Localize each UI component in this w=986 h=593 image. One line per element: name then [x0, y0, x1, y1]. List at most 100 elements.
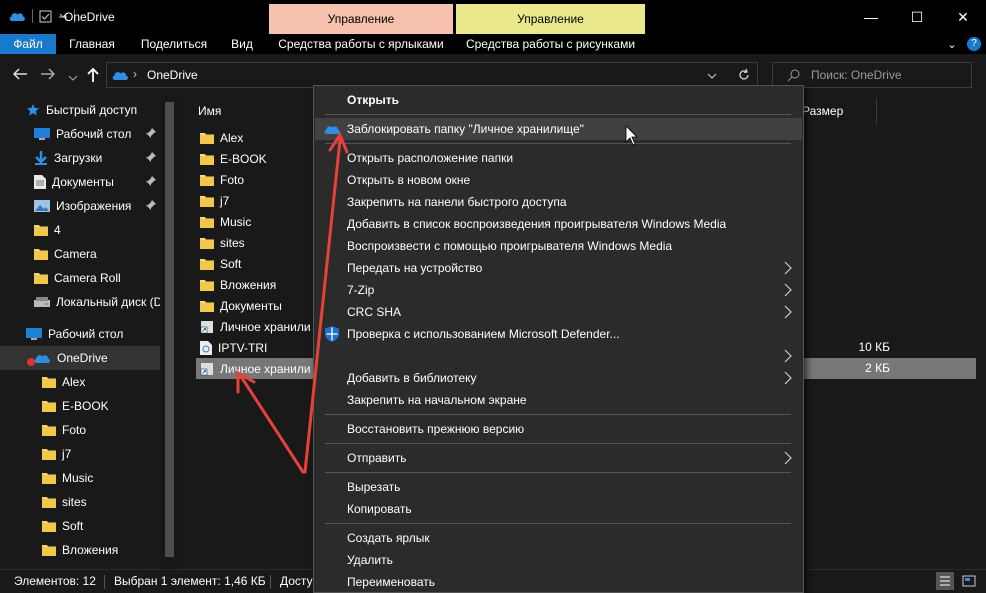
menu-item[interactable]: Открыть в новом окне	[315, 169, 802, 191]
sidebar-item-label: 4	[54, 223, 61, 237]
sidebar-item[interactable]: Документы	[0, 170, 160, 194]
menu-item-label: CRC SHA	[347, 305, 402, 319]
menu-item-label: Создать ярлык	[347, 531, 430, 545]
chevron-right-icon	[784, 261, 792, 275]
menu-separator	[325, 472, 791, 473]
folder-icon	[42, 545, 56, 556]
tab-picture-tools[interactable]: Средства работы с рисунками	[456, 34, 645, 54]
menu-item-label: Передать на устройство	[347, 261, 483, 275]
ribbon-tabs: Файл Главная Поделиться Вид Средства раб…	[0, 34, 986, 54]
menu-item[interactable]: Закрепить на панели быстрого доступа	[315, 191, 802, 213]
thumbnail-view-button[interactable]	[960, 572, 978, 590]
menu-item[interactable]: Добавить в библиотеку	[315, 367, 802, 389]
sidebar-item[interactable]: Music	[0, 466, 160, 490]
sidebar-item[interactable]: Camera Roll	[0, 266, 160, 290]
sidebar-item[interactable]: Загрузки	[0, 146, 160, 170]
file-name: Soft	[220, 256, 242, 271]
menu-item[interactable]: Проверка с использованием Microsoft Defe…	[315, 323, 802, 345]
menu-item-label: Отправить	[347, 451, 407, 465]
search-input[interactable]: Поиск: OneDrive	[811, 68, 902, 82]
tab-file[interactable]: Файл	[0, 34, 56, 54]
details-view-icon	[940, 576, 950, 586]
menu-item[interactable]: Закрепить на начальном экране	[315, 389, 802, 411]
close-button[interactable]: ✕	[940, 0, 986, 34]
chevron-down-icon[interactable]	[707, 72, 717, 80]
menu-item[interactable]: Восстановить прежнюю версию	[315, 418, 802, 440]
help-icon: ?	[967, 37, 981, 51]
menu-item[interactable]	[315, 345, 802, 367]
sidebar-item[interactable]: OneDrive	[0, 346, 160, 370]
sidebar-item[interactable]: 4	[0, 218, 160, 242]
menu-item[interactable]: Создать ярлык	[315, 527, 802, 549]
details-view-button[interactable]	[936, 572, 954, 590]
ribbon-collapse-button[interactable]: ⌄	[942, 34, 962, 54]
close-icon: ✕	[957, 8, 969, 25]
refresh-icon[interactable]	[737, 68, 751, 82]
up-button[interactable]	[86, 67, 100, 87]
menu-item[interactable]: CRC SHA	[315, 301, 802, 323]
maximize-button[interactable]: ☐	[894, 0, 940, 34]
recent-locations-button[interactable]	[68, 69, 78, 86]
menu-item[interactable]: 7-Zip	[315, 279, 802, 301]
sidebar-item[interactable]: Вложения	[0, 538, 160, 562]
sidebar-item[interactable]: j7	[0, 442, 160, 466]
menu-item[interactable]: Передать на устройство	[315, 257, 802, 279]
tab-share[interactable]: Поделиться	[134, 34, 214, 54]
nav-scrollbar[interactable]	[161, 96, 178, 569]
column-separator[interactable]	[876, 98, 877, 124]
arrow-right-icon	[41, 68, 56, 80]
menu-item[interactable]: Добавить в список воспроизведения проигр…	[315, 213, 802, 235]
column-header-size[interactable]: Размер	[802, 96, 843, 124]
column-header-name[interactable]: Имя	[198, 96, 221, 124]
sidebar-item[interactable]: E-BOOK	[0, 394, 160, 418]
menu-item[interactable]: Открыть расположение папки	[315, 147, 802, 169]
menu-item-label: Добавить в список воспроизведения проигр…	[347, 217, 727, 231]
contextual-tab-shortcut-manage[interactable]: Управление	[269, 4, 453, 34]
menu-item[interactable]: Переименовать	[315, 571, 802, 593]
sidebar-item[interactable]: Быстрый доступ	[0, 98, 160, 122]
sidebar-item[interactable]: Локальный диск (D	[0, 290, 160, 314]
breadcrumb[interactable]: OneDrive	[147, 68, 198, 82]
menu-separator	[325, 443, 791, 444]
sidebar-item[interactable]: Camera	[0, 242, 160, 266]
file-name: Music	[220, 214, 252, 229]
menu-item[interactable]: Заблокировать папку "Личное хранилище"	[315, 118, 802, 140]
menu-item[interactable]: Воспроизвести с помощью проигрывателя Wi…	[315, 235, 802, 257]
sidebar-item[interactable]: Soft	[0, 514, 160, 538]
menu-item[interactable]: Вырезать	[315, 476, 802, 498]
tab-home[interactable]: Главная	[62, 34, 122, 54]
menu-item[interactable]: Копировать	[315, 498, 802, 520]
drive-icon	[34, 297, 50, 307]
menu-item-label: Открыть	[347, 93, 400, 107]
contextual-tab-picture-manage[interactable]: Управление	[456, 4, 645, 34]
sidebar-item[interactable]: Alex	[0, 370, 160, 394]
maximize-icon: ☐	[910, 8, 924, 25]
menu-item[interactable]: Отправить	[315, 447, 802, 469]
sidebar-item[interactable]: Изображения	[0, 194, 160, 218]
sidebar-item[interactable]: Рабочий стол	[0, 122, 160, 146]
sidebar-item[interactable]: Рабочий стол	[0, 322, 160, 346]
arrow-left-icon	[12, 68, 27, 80]
star-icon	[27, 104, 39, 116]
checkbox-icon[interactable]	[39, 10, 52, 23]
sidebar-item[interactable]: Foto	[0, 418, 160, 442]
tab-view[interactable]: Вид	[224, 34, 260, 54]
back-button[interactable]	[12, 67, 28, 85]
sidebar-item[interactable]: sites	[0, 490, 160, 514]
nav-scrollbar-thumb[interactable]	[165, 102, 174, 557]
folder-icon	[34, 225, 48, 236]
menu-item-label: 7-Zip	[347, 283, 375, 297]
tab-shortcut-tools[interactable]: Средства работы с ярлыками	[269, 34, 453, 54]
forward-button[interactable]	[40, 67, 56, 85]
shortcut-icon	[200, 362, 213, 375]
file-name: sites	[220, 235, 245, 250]
menu-item[interactable]: Удалить	[315, 549, 802, 571]
minimize-button[interactable]: —	[848, 0, 894, 34]
sidebar-item-label: Camera	[54, 247, 97, 261]
title-bar: OneDrive Управление Управление — ☐ ✕	[0, 0, 986, 34]
chevron-right-icon	[784, 371, 792, 385]
status-item-count: Элементов: 12	[14, 574, 96, 588]
menu-item[interactable]: Открыть	[315, 89, 802, 111]
help-button[interactable]: ?	[964, 34, 984, 54]
folder-icon	[200, 237, 214, 249]
